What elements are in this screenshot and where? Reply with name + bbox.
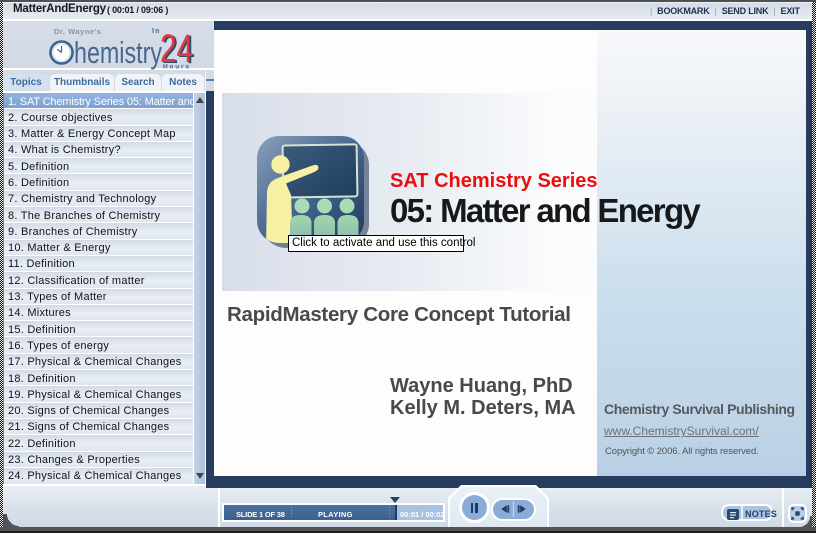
svg-text:hemistry: hemistry: [74, 35, 162, 70]
svg-text:Hours: Hours: [163, 64, 191, 71]
